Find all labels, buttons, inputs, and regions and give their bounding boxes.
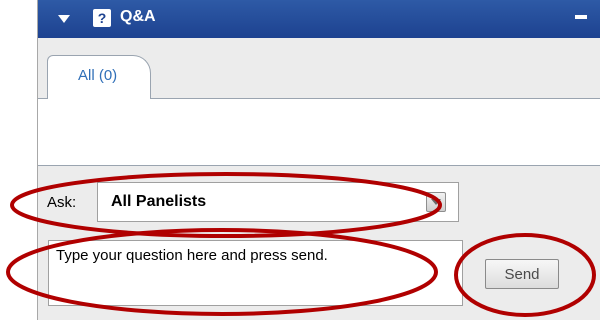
chevron-down-icon xyxy=(431,199,441,205)
tab-all-label: All (0) xyxy=(78,67,118,84)
minimize-icon[interactable] xyxy=(575,8,589,22)
ask-recipient-dropdown[interactable]: All Panelists xyxy=(97,182,459,222)
question-list-area xyxy=(38,99,600,166)
collapse-arrow-icon[interactable] xyxy=(58,15,70,23)
help-icon: ? xyxy=(93,9,111,27)
dropdown-button[interactable] xyxy=(426,192,446,212)
tab-all[interactable]: All (0) xyxy=(47,55,151,99)
ask-label: Ask: xyxy=(47,194,77,211)
ask-row: Ask: All Panelists xyxy=(38,172,600,234)
question-input[interactable] xyxy=(48,240,463,306)
panel-title: Q&A xyxy=(120,8,156,25)
qa-panel: ? Q&A All (0) Ask: All Panelists Send xyxy=(37,0,600,320)
send-button[interactable]: Send xyxy=(485,259,559,289)
ask-recipient-value: All Panelists xyxy=(111,193,207,210)
panel-titlebar: ? Q&A xyxy=(38,0,600,38)
